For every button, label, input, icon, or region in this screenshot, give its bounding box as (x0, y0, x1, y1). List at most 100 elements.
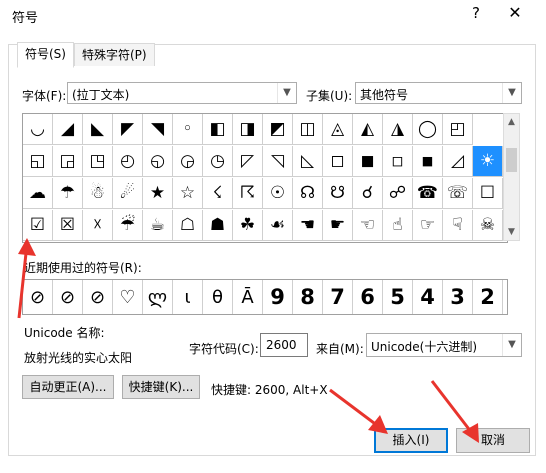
tab-special-characters[interactable]: 特殊字符(P) (74, 43, 155, 66)
symbol-cell[interactable]: ☍ (383, 178, 413, 209)
symbol-cell[interactable]: ◧ (203, 114, 233, 145)
symbol-cell[interactable]: ☊ (293, 178, 323, 209)
symbol-cell[interactable]: ◷ (203, 146, 233, 177)
symbol-cell[interactable]: ◱ (23, 146, 53, 177)
window-title: 符号 (12, 11, 39, 26)
symbol-cell[interactable]: ☙ (263, 210, 293, 241)
font-select[interactable]: (拉丁文本) ▼ (67, 82, 297, 104)
symbol-cell[interactable]: ◵ (143, 146, 173, 177)
from-select-value: Unicode(十六进制) (371, 340, 478, 354)
symbol-cell[interactable]: ◢ (53, 114, 83, 145)
symbol-cell[interactable]: ◺ (293, 146, 323, 177)
recent-symbol-cell[interactable]: 7 (323, 280, 353, 314)
symbol-cell[interactable]: ☁ (23, 178, 53, 209)
charcode-input[interactable]: 2600 (260, 333, 308, 357)
symbol-grid-scrollbar[interactable]: ▲ ▼ (503, 113, 520, 241)
close-button[interactable]: ✕ (504, 3, 526, 25)
symbol-cell[interactable]: ☇ (203, 178, 233, 209)
symbol-cell[interactable]: ◼ (353, 146, 383, 177)
recent-symbol-cell[interactable]: ⊘ (53, 280, 83, 314)
symbol-cell[interactable]: ☖ (173, 210, 203, 241)
symbol-cell[interactable]: ☏ (443, 178, 473, 209)
symbol-cell[interactable]: ◮ (383, 114, 413, 145)
symbol-cell[interactable]: ★ (143, 178, 173, 209)
recent-symbol-cell[interactable]: 8 (293, 280, 323, 314)
symbol-cell[interactable]: ◿ (443, 146, 473, 177)
symbol-cell[interactable]: ☓ (83, 210, 113, 241)
recent-symbol-cell[interactable]: 2 (473, 280, 503, 314)
insert-button[interactable]: 插入(I) (374, 428, 448, 453)
symbol-cell[interactable]: ☘ (233, 210, 263, 241)
symbol-cell[interactable]: ◩ (263, 114, 293, 145)
symbol-cell[interactable]: ◯ (413, 114, 443, 145)
symbol-cell[interactable]: ◶ (173, 146, 203, 177)
symbol-cell[interactable]: ☚ (293, 210, 323, 241)
symbol-cell[interactable]: ☂ (53, 178, 83, 209)
scroll-thumb[interactable] (506, 148, 517, 172)
recent-symbol-cell[interactable]: 5 (383, 280, 413, 314)
symbol-cell[interactable]: ☕ (143, 210, 173, 241)
recent-symbol-cell[interactable]: 6 (353, 280, 383, 314)
recent-symbol-cell[interactable]: ⊘ (23, 280, 53, 314)
symbol-cell[interactable]: ◸ (233, 146, 263, 177)
symbol-cell[interactable]: ◳ (83, 146, 113, 177)
symbol-cell[interactable]: ☔ (113, 210, 143, 241)
recent-symbol-cell[interactable]: ι (173, 280, 203, 314)
symbol-cell[interactable]: ☗ (203, 210, 233, 241)
scroll-up-icon[interactable]: ▲ (504, 114, 519, 130)
recent-symbols-row: ⊘ ⊘ ⊘ ♡ ლ ι θ Ā 9 8 7 6 5 4 3 2 (22, 279, 508, 315)
symbol-cell[interactable]: ☋ (323, 178, 353, 209)
symbol-cell[interactable]: ◬ (323, 114, 353, 145)
symbol-cell[interactable]: ☜ (353, 210, 383, 241)
symbol-cell[interactable]: ☑ (23, 210, 53, 241)
symbol-cell[interactable]: ☠ (473, 210, 503, 241)
symbol-cell[interactable]: ◽ (383, 146, 413, 177)
symbol-cell[interactable]: ☀ (473, 146, 503, 177)
recent-symbol-cell[interactable]: ♡ (113, 280, 143, 314)
symbol-cell[interactable]: ☝ (383, 210, 413, 241)
symbol-cell[interactable]: ☄ (113, 178, 143, 209)
subset-select-value: 其他符号 (360, 88, 409, 102)
symbol-cell[interactable]: ☆ (173, 178, 203, 209)
symbol-cell[interactable]: ◴ (113, 146, 143, 177)
symbol-cell[interactable]: ◨ (233, 114, 263, 145)
symbol-cell[interactable]: ☟ (443, 210, 473, 241)
recent-symbol-cell[interactable]: 4 (413, 280, 443, 314)
symbol-cell[interactable]: ☎ (413, 178, 443, 209)
shortcut-key-button[interactable]: 快捷键(K)... (122, 375, 200, 399)
from-select[interactable]: Unicode(十六进制) ▼ (366, 333, 522, 357)
autocorrect-button[interactable]: 自动更正(A)... (22, 375, 114, 399)
help-button[interactable]: ? (466, 4, 486, 24)
symbol-cell[interactable]: ◣ (83, 114, 113, 145)
symbol-cell[interactable]: ☌ (353, 178, 383, 209)
symbol-cell[interactable]: ◲ (53, 146, 83, 177)
recent-symbol-cell[interactable]: ლ (143, 280, 173, 314)
recent-symbol-cell[interactable]: 3 (443, 280, 473, 314)
symbol-cell[interactable]: ◫ (293, 114, 323, 145)
symbol-cell[interactable]: ☈ (233, 178, 263, 209)
symbol-cell[interactable]: ◰ (443, 114, 473, 145)
unicode-name-label: Unicode 名称: (24, 326, 105, 340)
symbol-cell[interactable]: ◾ (413, 146, 443, 177)
subset-select[interactable]: 其他符号 ▼ (355, 82, 522, 104)
recent-symbol-cell[interactable]: θ (203, 280, 233, 314)
symbol-cell[interactable]: ☃ (83, 178, 113, 209)
recent-symbol-cell[interactable]: ⊘ (83, 280, 113, 314)
symbol-cell[interactable]: ☐ (473, 178, 503, 209)
recent-symbol-cell[interactable]: Ā (233, 280, 263, 314)
symbol-cell[interactable]: ◦ (173, 114, 203, 145)
symbol-cell[interactable]: ◡ (23, 114, 53, 145)
symbol-cell[interactable]: ☛ (323, 210, 353, 241)
symbol-cell[interactable]: ☞ (413, 210, 443, 241)
symbol-cell[interactable]: ☒ (53, 210, 83, 241)
symbol-cell[interactable]: ◻ (323, 146, 353, 177)
scroll-down-icon[interactable]: ▼ (504, 224, 519, 240)
symbol-cell[interactable]: ☉ (263, 178, 293, 209)
cancel-button[interactable]: 取消 (456, 428, 530, 453)
symbol-cell[interactable]: ◥ (143, 114, 173, 145)
tab-symbols[interactable]: 符号(S) (17, 42, 74, 68)
recent-symbol-cell[interactable]: 9 (263, 280, 293, 314)
symbol-cell[interactable]: ◭ (353, 114, 383, 145)
symbol-cell[interactable]: ◤ (113, 114, 143, 145)
symbol-cell[interactable]: ◹ (263, 146, 293, 177)
